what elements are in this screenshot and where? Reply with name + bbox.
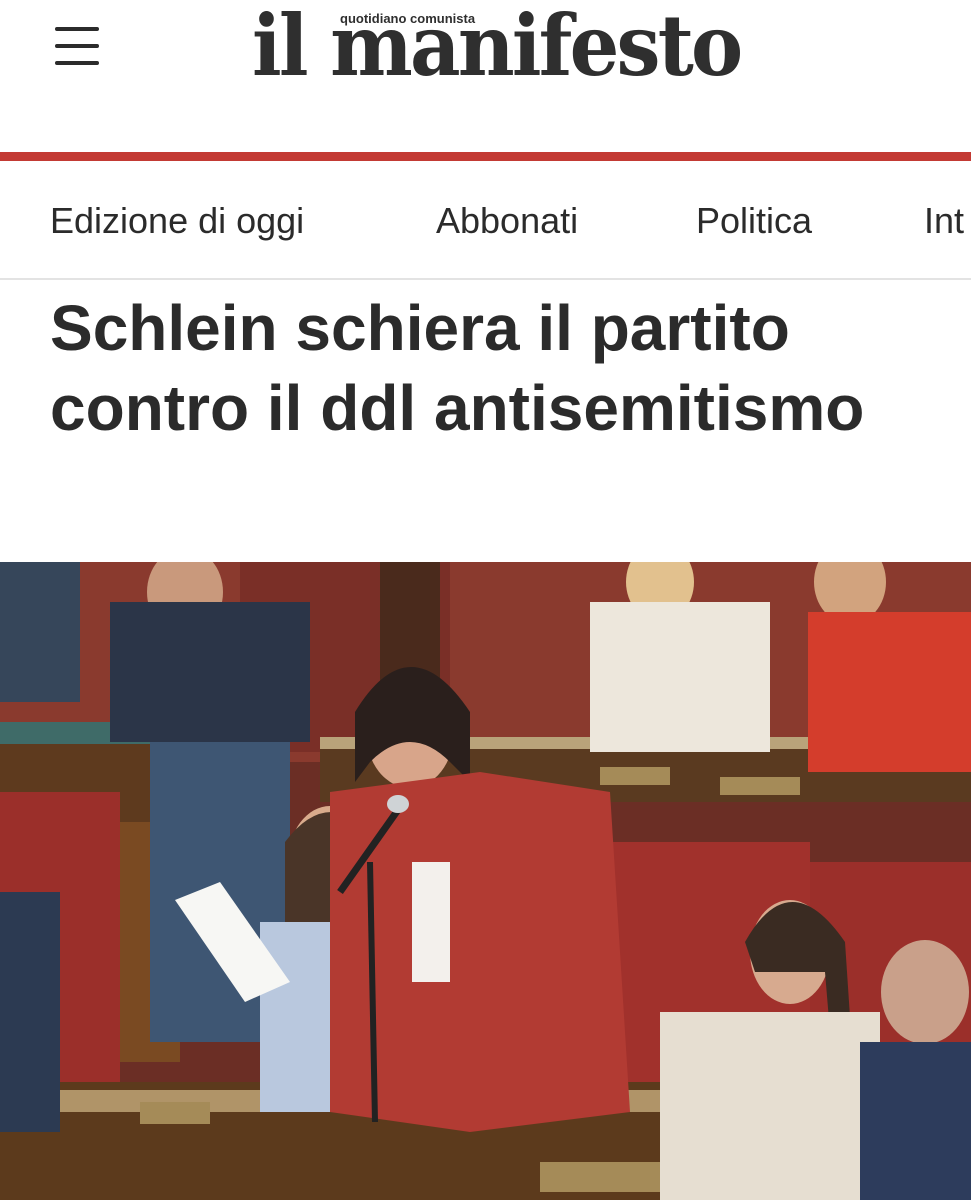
- menu-bar: [55, 61, 99, 65]
- site-header: il manifesto quotidiano comunista: [0, 0, 971, 152]
- nav-item-edizione-di-oggi[interactable]: Edizione di oggi: [50, 199, 304, 243]
- header-accent-rule: [0, 152, 971, 161]
- section-nav: Edizione di oggi Abbonati Politica Int: [0, 161, 971, 280]
- logo-tagline: quotidiano comunista: [338, 11, 478, 27]
- logo-text: il manifesto: [252, 0, 743, 95]
- article-hero-image[interactable]: [0, 562, 971, 1200]
- menu-bar: [55, 44, 99, 48]
- nav-item-politica[interactable]: Politica: [696, 199, 812, 243]
- hamburger-menu-icon[interactable]: [52, 24, 102, 70]
- parliament-photo-illustration: [0, 562, 971, 1200]
- site-logo[interactable]: il manifesto quotidiano comunista: [252, 0, 743, 100]
- menu-bar: [55, 27, 99, 31]
- nav-item-abbonati[interactable]: Abbonati: [436, 199, 578, 243]
- article-headline[interactable]: Schlein schiera il partito contro il ddl…: [50, 288, 930, 448]
- nav-item-internazionale[interactable]: Int: [924, 199, 964, 243]
